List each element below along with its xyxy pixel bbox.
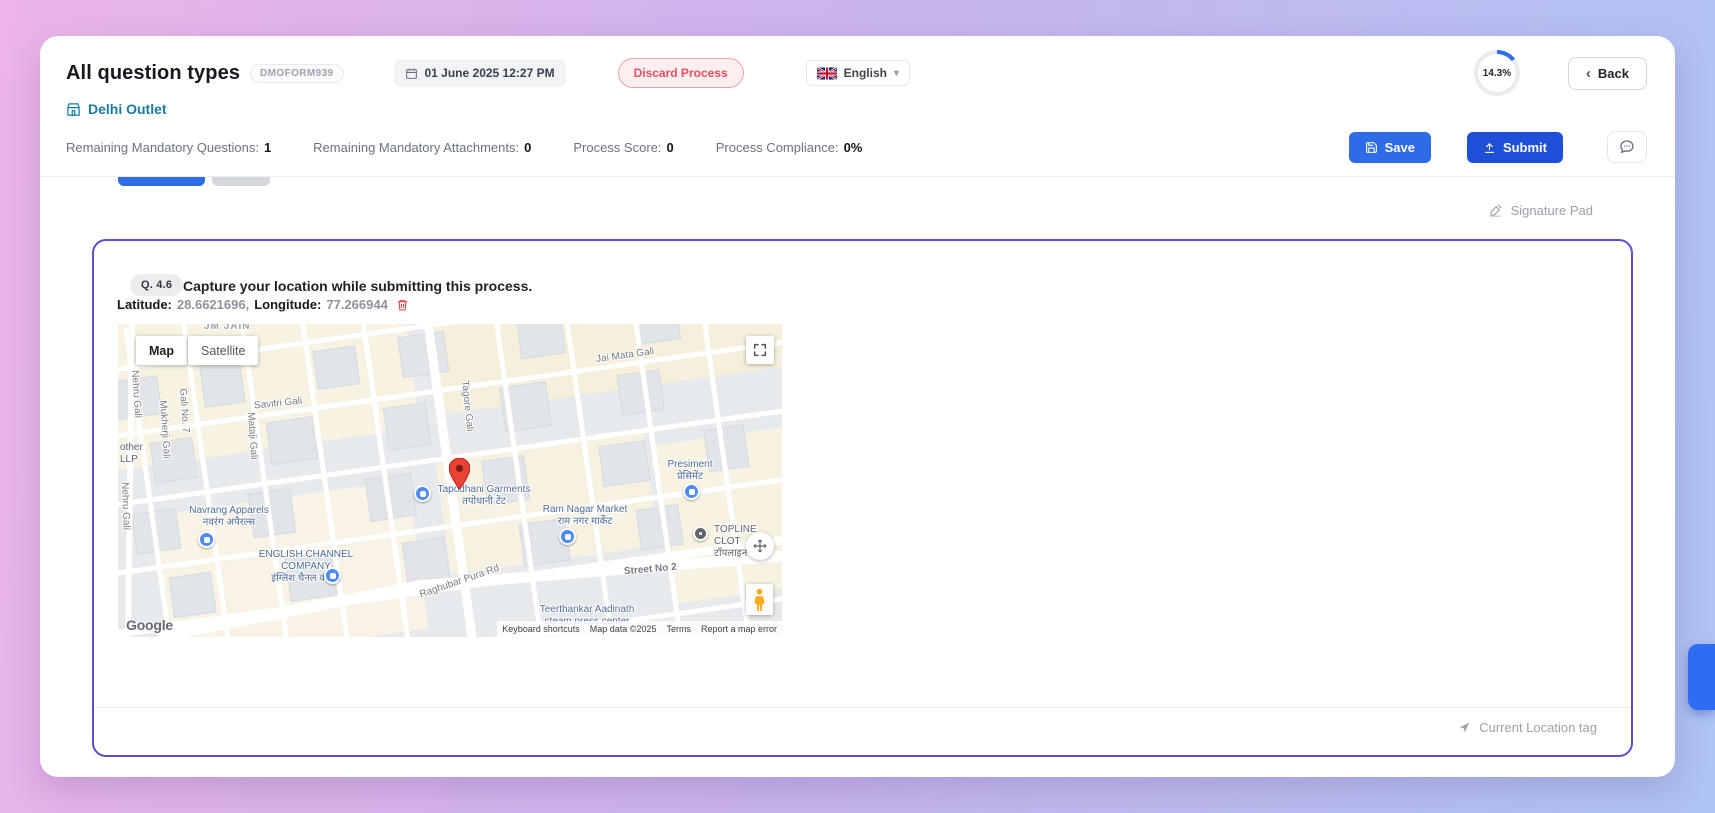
- progress-percent: 14.3%: [1482, 67, 1512, 79]
- stat-remaining-attachments: Remaining Mandatory Attachments: 0: [313, 139, 532, 155]
- fullscreen-icon: [753, 343, 767, 357]
- shop-poi-icon[interactable]: [683, 483, 700, 500]
- signature-pad-label: Signature Pad: [1510, 203, 1593, 218]
- place-marker-icon[interactable]: [693, 526, 708, 541]
- language-selector[interactable]: English ▾: [805, 60, 911, 86]
- chevron-left-icon: ‹: [1585, 64, 1591, 82]
- calendar-icon: [405, 68, 417, 79]
- tab-remnant[interactable]: [212, 177, 270, 186]
- form-datetime-chip: 01 June 2025 12:27 PM: [393, 59, 566, 87]
- longitude-value: 77.266944: [326, 297, 388, 312]
- location-pin-icon[interactable]: [449, 458, 470, 489]
- delete-location-button[interactable]: [396, 298, 409, 312]
- latitude-label: Latitude:: [117, 297, 172, 312]
- map-label-poi: other LLP: [120, 442, 143, 465]
- map-footer: Keyboard shortcuts Map data ©2025 Terms …: [497, 621, 782, 637]
- pegman-icon: [754, 588, 765, 611]
- pan-control-button[interactable]: [746, 532, 774, 560]
- form-header: All question types DMOFORM939 01 June 20…: [40, 36, 1675, 177]
- google-map[interactable]: JM JAIN Jai Mata Gali Savitri Gali Tagor…: [118, 324, 782, 637]
- map-label-poi: Presiment प्रेसिमेंट: [667, 459, 713, 482]
- chevron-down-icon: ▾: [893, 67, 900, 79]
- shop-poi-icon[interactable]: [414, 485, 431, 502]
- outlet-building-icon: [67, 102, 80, 116]
- tab-remnant-active[interactable]: [118, 177, 205, 186]
- map-label-road: Nehru Gali: [119, 482, 132, 531]
- report-map-error-link[interactable]: Report a map error: [695, 621, 782, 637]
- map-type-control: Map Satellite: [136, 336, 259, 365]
- fullscreen-button[interactable]: [746, 336, 774, 364]
- latitude-value: 28.6621696,: [176, 297, 250, 312]
- navigation-arrow-icon: [1459, 722, 1470, 733]
- chat-bubble-icon: [1620, 140, 1634, 154]
- shop-poi-icon[interactable]: [324, 567, 341, 584]
- question-footer-divider: [94, 707, 1631, 708]
- submit-button[interactable]: Submit: [1466, 131, 1563, 163]
- save-label: Save: [1384, 139, 1415, 155]
- language-label: English: [843, 66, 887, 80]
- longitude-label: Longitude:: [254, 297, 322, 312]
- outlet-name[interactable]: Delhi Outlet: [88, 101, 167, 117]
- question-text: Capture your location while submitting t…: [183, 278, 533, 294]
- stat-process-score: Process Score: 0: [573, 139, 674, 155]
- keyboard-shortcuts-link[interactable]: Keyboard shortcuts: [497, 621, 585, 637]
- signature-pad-tag: Signature Pad: [1488, 203, 1593, 218]
- map-type-map-button[interactable]: Map: [136, 336, 187, 365]
- progress-ring: 14.3%: [1473, 50, 1520, 96]
- trash-icon: [397, 299, 408, 310]
- map-type-satellite-button[interactable]: Satellite: [188, 336, 259, 365]
- google-logo[interactable]: Google: [126, 617, 173, 633]
- form-datetime: 01 June 2025 12:27 PM: [424, 66, 555, 80]
- street-view-pegman-button[interactable]: [746, 584, 773, 615]
- shop-poi-icon[interactable]: [198, 531, 215, 548]
- map-label-poi: Ram Nagar Market राम नगर मार्केट: [542, 504, 628, 527]
- outlet-row: Delhi Outlet: [66, 98, 1647, 120]
- form-body: Signature Pad Q. 4.6 Capture your locati…: [40, 177, 1675, 777]
- back-button[interactable]: ‹ Back: [1567, 56, 1647, 90]
- stat-process-compliance: Process Compliance: 0%: [715, 139, 863, 155]
- signature-pen-icon: [1489, 204, 1502, 217]
- page-title: All question types: [66, 61, 241, 84]
- app-window: All question types DMOFORM939 01 June 20…: [40, 36, 1675, 777]
- save-button[interactable]: Save: [1348, 131, 1431, 163]
- upload-icon: [1485, 142, 1494, 153]
- back-label: Back: [1597, 65, 1629, 81]
- question-number-badge: Q. 4.6: [130, 274, 184, 296]
- map-label-poi: Navrang Apparels नवरंग अपैरल्स: [189, 505, 269, 528]
- stats-row: Remaining Mandatory Questions: 1 Remainin…: [66, 131, 1647, 176]
- current-location-tag: Current Location tag: [1458, 720, 1597, 735]
- map-data-label: Map data ©2025: [584, 621, 662, 637]
- header-top-row: All question types DMOFORM939 01 June 20…: [66, 50, 1647, 96]
- floating-action-button[interactable]: [1688, 644, 1715, 710]
- form-code-badge: DMOFORM939: [250, 63, 344, 83]
- terms-link[interactable]: Terms: [661, 621, 696, 637]
- shop-poi-icon[interactable]: [559, 528, 576, 545]
- save-icon: [1365, 141, 1377, 153]
- current-location-label: Current Location tag: [1479, 720, 1597, 735]
- move-arrows-icon: [753, 539, 767, 553]
- stat-remaining-questions: Remaining Mandatory Questions: 1: [66, 139, 272, 155]
- map-label-area: JM JAIN: [204, 324, 251, 332]
- comments-button[interactable]: [1607, 131, 1647, 163]
- discard-process-button[interactable]: Discard Process: [617, 58, 744, 88]
- submit-label: Submit: [1502, 139, 1547, 155]
- coordinates-line: Latitude: 28.6621696, Longitude: 77.2669…: [117, 297, 409, 312]
- uk-flag-icon: [816, 66, 837, 80]
- question-card-location: Q. 4.6 Capture your location while submi…: [92, 239, 1633, 757]
